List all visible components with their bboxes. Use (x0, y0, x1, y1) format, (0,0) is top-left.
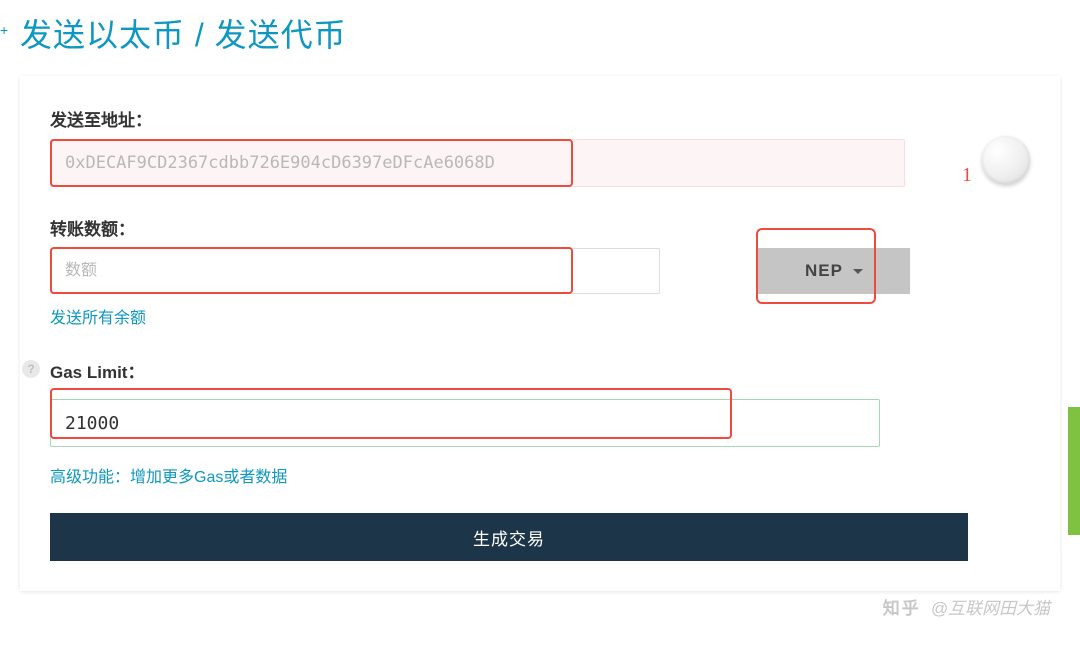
token-selected-label: NEP (805, 261, 843, 281)
plus-icon: + (0, 22, 8, 38)
address-input[interactable] (50, 139, 905, 187)
gas-limit-input[interactable] (50, 399, 880, 447)
gas-label: Gas Limit： (50, 358, 144, 383)
watermark: 知乎 @互联网田大猫 (883, 594, 1050, 619)
address-label: 发送至地址： (50, 106, 1030, 131)
help-icon[interactable]: ? (22, 360, 40, 378)
send-form-card: 发送至地址： 1 转账数额： NEP 发送所有余额 ? Gas Limit： (20, 76, 1060, 591)
amount-group: 转账数额： NEP 发送所有余额 (50, 215, 1030, 328)
chevron-down-icon (853, 269, 863, 274)
token-selector-dropdown[interactable]: NEP (758, 248, 910, 294)
page-title: 发送以太币 / 发送代币 (0, 0, 1080, 76)
zhihu-logo: 知乎 (883, 594, 921, 619)
watermark-author: @互联网田大猫 (931, 594, 1050, 619)
generate-transaction-button[interactable]: 生成交易 (50, 513, 968, 561)
advanced-options-link[interactable]: 高级功能：增加更多Gas或者数据 (50, 463, 287, 487)
gas-group: ? Gas Limit： 高级功能：增加更多Gas或者数据 (50, 358, 1030, 487)
annotation-marker-1: 1 (962, 164, 972, 187)
address-group: 发送至地址： (50, 106, 1030, 187)
amount-input[interactable] (50, 248, 660, 294)
amount-label: 转账数额： (50, 215, 1030, 240)
identicon-icon (982, 136, 1030, 184)
send-all-link[interactable]: 发送所有余额 (50, 304, 146, 328)
side-accent-bar (1068, 407, 1080, 535)
